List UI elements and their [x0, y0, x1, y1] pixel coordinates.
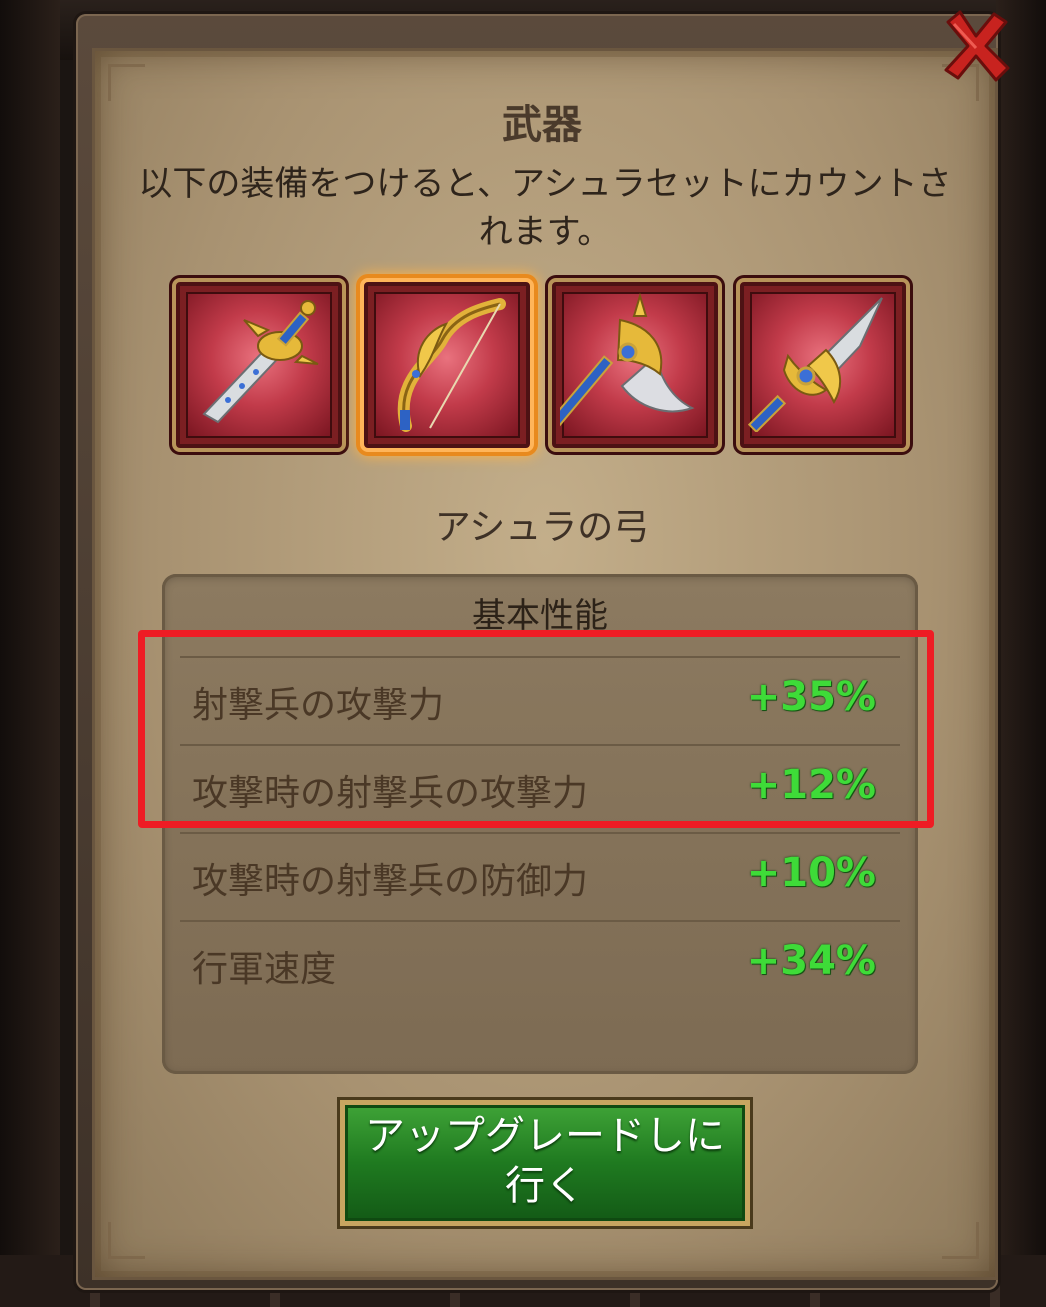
upgrade-button-label: アップグレードしに行く: [365, 1113, 725, 1209]
dialog-title: 武器: [502, 102, 582, 148]
stat-value: +10%: [746, 850, 876, 896]
axe-icon: [560, 292, 695, 429]
equipment-slots: [172, 278, 912, 454]
corner-ornament: [108, 1222, 145, 1259]
close-icon: [944, 10, 1010, 82]
bow-icon: [397, 298, 506, 432]
stat-label: 行軍速度: [192, 949, 337, 990]
equipment-slot-sword[interactable]: [172, 278, 346, 452]
close-button[interactable]: [938, 8, 1014, 84]
stat-row: 攻撃時の射撃兵の防御力 +10%: [180, 832, 900, 922]
highlight-box: [138, 630, 934, 828]
upgrade-button[interactable]: アップグレードしに行く: [340, 1100, 750, 1226]
stat-label: 攻撃時の射撃兵の防御力: [192, 861, 589, 902]
background-right: [996, 0, 1046, 1307]
equipment-slot-axe[interactable]: [548, 278, 722, 452]
sword-icon: [202, 300, 319, 424]
item-name: アシュラの弓: [434, 507, 650, 548]
corner-ornament: [942, 1222, 979, 1259]
background-left: [0, 0, 60, 1307]
spear-icon: [748, 297, 883, 432]
equipment-slot-bow[interactable]: [360, 278, 534, 452]
equipment-slot-spear[interactable]: [736, 278, 910, 452]
dialog-description: 以下の装備をつけると、アシュラセットにカウントされます。: [138, 164, 952, 252]
stat-row: 行軍速度 +34%: [180, 920, 900, 1010]
stat-value: +34%: [746, 938, 876, 984]
